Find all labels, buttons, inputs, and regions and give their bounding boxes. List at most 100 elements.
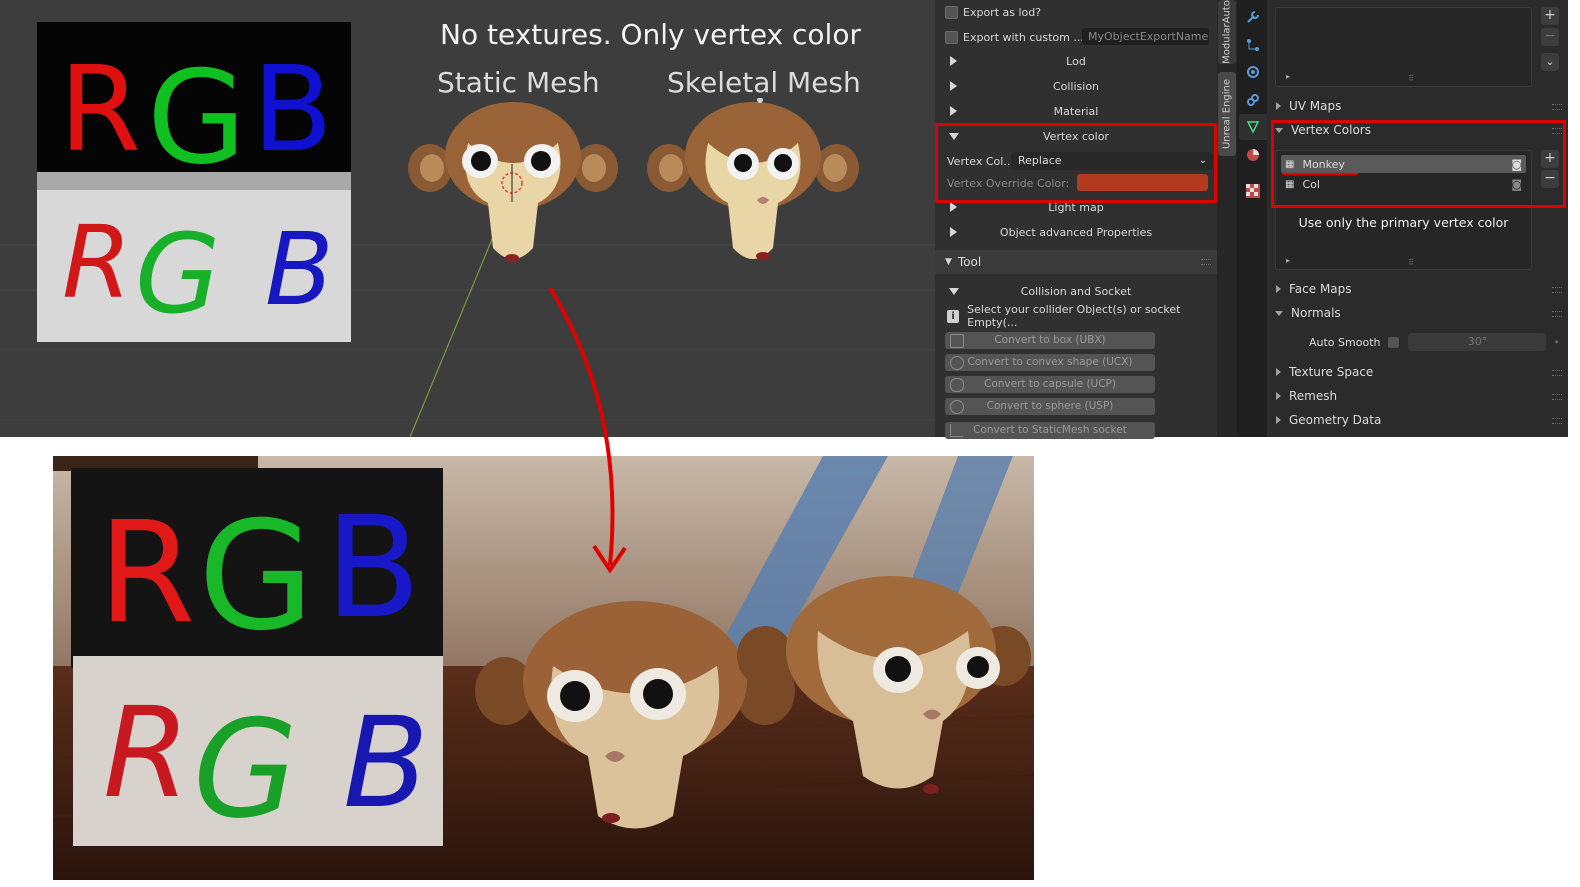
vertex-color-highlight <box>935 123 1217 203</box>
section-material-label: Material <box>1053 104 1099 118</box>
keyframe-dot-icon[interactable]: • <box>1553 336 1560 349</box>
drag-handle-icon[interactable] <box>1552 370 1562 376</box>
3d-viewport[interactable]: No textures. Only vertex color Static Me… <box>0 0 935 437</box>
resize-handle-icon[interactable]: ⠿ <box>1408 258 1414 267</box>
convex-icon <box>950 356 964 370</box>
export-as-lod-checkbox[interactable] <box>945 5 958 19</box>
tool-header-label: Tool <box>957 255 982 269</box>
uv-maps-panel[interactable]: UV Maps <box>1267 95 1568 117</box>
mesh-data-icon[interactable] <box>1246 120 1260 134</box>
expand-icon <box>1276 416 1281 424</box>
drag-handle-icon[interactable] <box>1552 287 1562 293</box>
box-icon <box>950 334 964 348</box>
capsule-icon <box>950 378 964 392</box>
tab-unreal-engine[interactable]: Unreal Engine <box>1218 72 1236 156</box>
expand-icon <box>1276 368 1281 376</box>
skeletal-mesh-label: Skeletal Mesh <box>667 66 861 99</box>
sidebar-tabs: ModularAuto Unreal Engine <box>1217 0 1237 437</box>
render-sign-bottom-g: G <box>193 691 298 848</box>
convert-capsule-button[interactable]: Convert to capsule (UCP) <box>945 376 1155 393</box>
expand-icon[interactable]: ▸ <box>1286 72 1290 81</box>
drag-handle-icon[interactable] <box>1201 259 1211 265</box>
constraints-icon[interactable] <box>1246 93 1260 107</box>
render-sign-bottom-b: B <box>343 691 429 836</box>
normals-label: Normals <box>1291 306 1341 320</box>
geometry-data-panel[interactable]: Geometry Data <box>1267 409 1568 431</box>
sign-top-g: G <box>147 44 246 193</box>
expand-icon <box>1276 102 1281 110</box>
properties-tab-bar <box>1237 0 1267 437</box>
add-button[interactable]: + <box>1541 7 1559 25</box>
auto-smooth-row: Auto Smooth 30° • <box>1267 331 1568 353</box>
export-as-lod-row[interactable]: Export as lod? <box>935 1 1217 23</box>
collapse-icon <box>1275 310 1283 316</box>
expand-icon[interactable]: ▸ <box>1286 256 1290 265</box>
section-lod[interactable]: Lod <box>935 50 1217 72</box>
sign-bottom-r: R <box>62 204 131 321</box>
info-row: i Select your collider Object(s) or sock… <box>935 303 1217 329</box>
collision-socket-label: Collision and Socket <box>1020 284 1132 298</box>
vertex-colors-highlight <box>1271 120 1566 208</box>
section-advanced-label: Object advanced Properties <box>999 225 1153 239</box>
info-text: Select your collider Object(s) or socket… <box>967 303 1181 329</box>
sign-top-r: R <box>59 40 141 178</box>
expand-icon <box>1276 285 1281 293</box>
particles-icon[interactable] <box>1246 38 1260 52</box>
auto-smooth-label: Auto Smooth <box>1309 335 1381 349</box>
auto-smooth-angle-field[interactable]: 30° <box>1408 333 1547 351</box>
remove-button[interactable]: − <box>1541 28 1559 46</box>
chevron-down-icon[interactable]: ⌄ <box>1541 53 1559 71</box>
expand-icon <box>950 106 957 116</box>
annotation-text: Use only the primary vertex color <box>1298 215 1509 230</box>
section-collision[interactable]: Collision <box>935 75 1217 97</box>
geometry-data-label: Geometry Data <box>1289 413 1382 427</box>
texture-space-panel[interactable]: Texture Space <box>1267 361 1568 383</box>
viewport-heading: No textures. Only vertex color <box>440 18 861 51</box>
render-sign-top-g: G <box>198 490 314 664</box>
drag-handle-icon[interactable] <box>1552 394 1562 400</box>
render-sign-top-r: R <box>98 492 195 655</box>
face-maps-panel[interactable]: Face Maps <box>1267 278 1568 300</box>
section-lod-label: Lod <box>1066 54 1086 68</box>
wrench-icon[interactable] <box>1246 10 1260 24</box>
drag-handle-icon[interactable] <box>1552 311 1562 317</box>
sphere-icon <box>950 400 964 414</box>
tool-panel-header[interactable]: ▼ Tool <box>935 250 1217 274</box>
mesh-data-properties: ▸ ⠿ + − ⌄ UV Maps Vertex Colors ▦ Monkey… <box>1267 0 1568 437</box>
section-material[interactable]: Material <box>935 100 1217 122</box>
convert-sphere-button[interactable]: Convert to sphere (USP) <box>945 398 1155 415</box>
custom-name-field[interactable]: MyObjectExportName... <box>1082 28 1209 45</box>
section-collision-socket[interactable]: Collision and Socket <box>935 280 1217 302</box>
sign-bottom-g: G <box>135 210 220 338</box>
remesh-panel[interactable]: Remesh <box>1267 385 1568 407</box>
texture-space-label: Texture Space <box>1289 365 1374 379</box>
drag-handle-icon[interactable] <box>1552 104 1562 110</box>
skeletal-mesh-monkey[interactable] <box>645 98 860 268</box>
physics-icon[interactable] <box>1246 65 1260 79</box>
expand-icon <box>950 56 957 66</box>
normals-panel[interactable]: Normals <box>1267 302 1568 324</box>
render-scene: R G B R G B <box>53 456 1034 880</box>
static-mesh-monkey[interactable] <box>408 98 618 268</box>
info-icon: i <box>947 309 960 323</box>
expand-icon <box>950 81 957 91</box>
texture-icon[interactable] <box>1246 184 1260 198</box>
static-mesh-label: Static Mesh <box>437 66 600 99</box>
sign-bottom-b: B <box>265 211 334 328</box>
tab-modular-auto[interactable]: ModularAuto <box>1218 0 1236 64</box>
export-custom-name-checkbox[interactable] <box>945 30 958 44</box>
expand-icon <box>1276 392 1281 400</box>
section-advanced[interactable]: Object advanced Properties <box>935 221 1217 243</box>
convert-convex-button[interactable]: Convert to convex shape (UCX) <box>945 354 1155 371</box>
collapse-icon <box>949 288 959 295</box>
auto-smooth-checkbox[interactable] <box>1388 336 1400 348</box>
expand-icon <box>950 202 957 212</box>
shape-keys-list[interactable]: ▸ ⠿ <box>1275 7 1532 87</box>
convert-socket-button[interactable]: Convert to StaticMesh socket <box>945 422 1155 439</box>
render-sign-top-b: B <box>325 487 421 650</box>
face-maps-label: Face Maps <box>1289 282 1352 296</box>
material-icon[interactable] <box>1246 148 1260 162</box>
resize-handle-icon[interactable]: ⠿ <box>1408 74 1414 83</box>
convert-box-button[interactable]: Convert to box (UBX) <box>945 332 1155 349</box>
drag-handle-icon[interactable] <box>1552 418 1562 424</box>
